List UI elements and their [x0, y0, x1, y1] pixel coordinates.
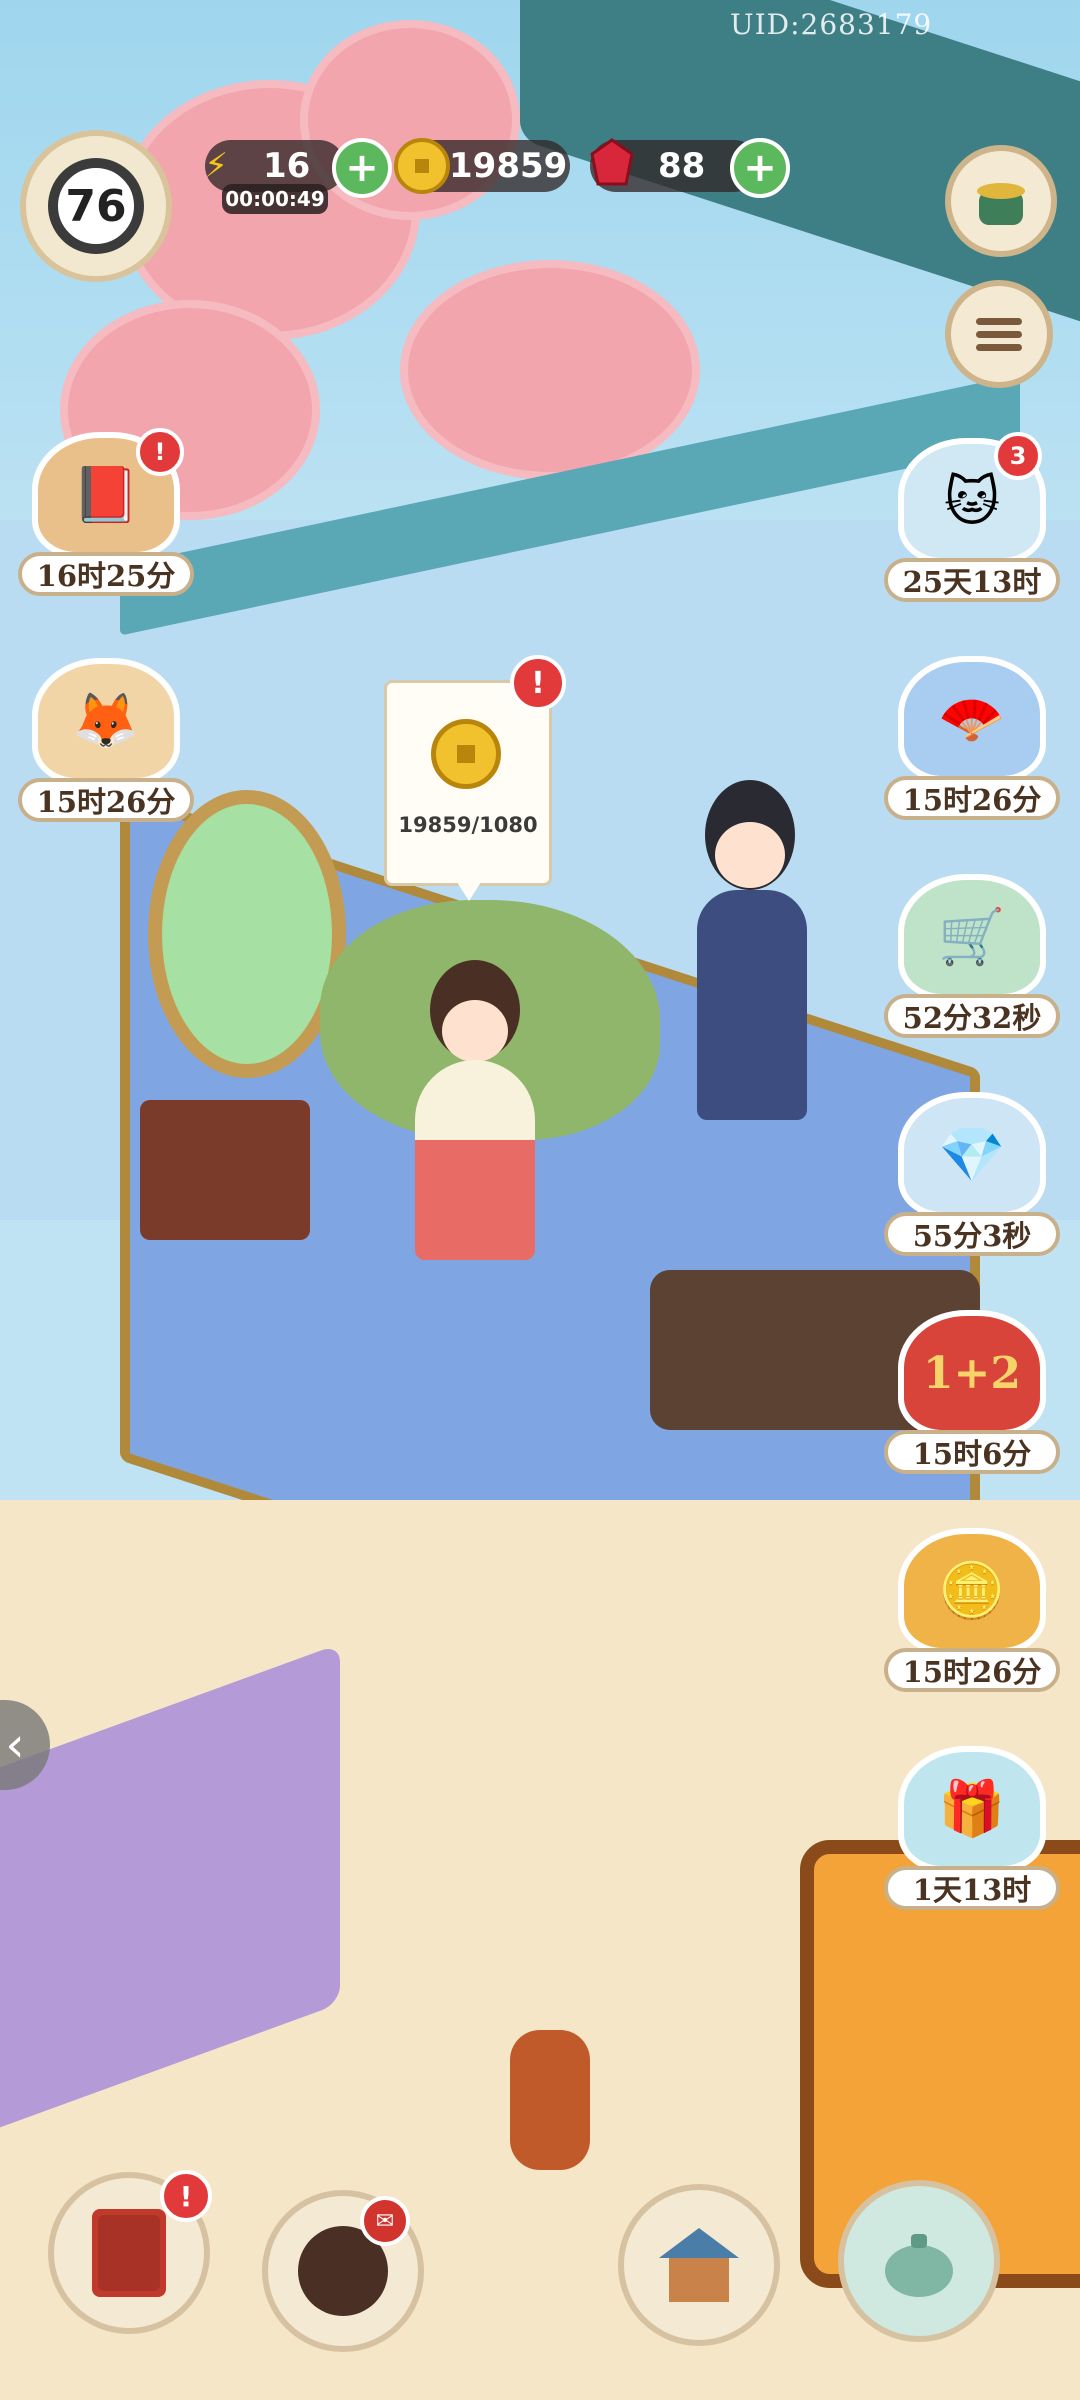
character-robe [697, 890, 807, 1120]
book-icon [92, 2209, 166, 2297]
character-girl[interactable] [395, 960, 555, 1260]
cat-cart-icon: 🛒 [898, 874, 1046, 1000]
add-gems-button[interactable]: + [730, 138, 790, 198]
event-treasure-cloud[interactable]: 💎 55分3秒 [884, 1092, 1060, 1262]
coin-icon [431, 719, 501, 789]
event-timer: 52分32秒 [884, 994, 1060, 1038]
tooltip-tail [455, 879, 483, 901]
shop-icon [659, 2228, 739, 2302]
bonus-icon: 1+2 [898, 1310, 1046, 1436]
teapot-icon [885, 2234, 953, 2297]
event-cat-cloud[interactable]: 🐱 25天13时 3 [884, 432, 1060, 608]
player-level-badge[interactable]: 76 [20, 130, 172, 282]
event-timer: 1天13时 [884, 1866, 1060, 1910]
alert-badge: ! [136, 428, 184, 476]
event-timer: 16时25分 [18, 552, 194, 596]
coin-pack-icon: 🪙 [898, 1528, 1046, 1654]
event-timer: 15时26分 [884, 776, 1060, 820]
uid-label: UID:2683179 [730, 8, 933, 41]
energy-value: 16 [263, 146, 311, 186]
coin-icon [394, 138, 450, 194]
teapot-button[interactable] [838, 2180, 1000, 2342]
alert-badge: ! [160, 2170, 212, 2222]
character-robe [415, 1060, 535, 1260]
event-timer: 15时26分 [18, 778, 194, 822]
gift-box-icon: 🎁 [898, 1746, 1046, 1872]
alert-badge: ! [510, 655, 566, 711]
event-book[interactable]: 📕 16时25分 ! [18, 428, 194, 602]
red-gem-icon [584, 136, 640, 192]
event-timer: 25天13时 [884, 558, 1060, 602]
event-fox[interactable]: 🦊 15时26分 [18, 658, 194, 828]
energy-timer: 00:00:49 [222, 184, 328, 214]
character-face [442, 1000, 508, 1062]
shop-building-button[interactable] [618, 2184, 780, 2346]
event-timer: 15时6分 [884, 1430, 1060, 1474]
event-fan[interactable]: 🪭 15时26分 [884, 656, 1060, 826]
menu-button[interactable] [945, 280, 1053, 388]
character-face [715, 822, 785, 888]
event-timer: 15时26分 [884, 1648, 1060, 1692]
event-cat-cart[interactable]: 🛒 52分32秒 [884, 874, 1060, 1044]
flower-vase[interactable] [510, 2030, 590, 2170]
notification-count-badge: 3 [994, 432, 1042, 480]
add-energy-button[interactable]: + [332, 138, 392, 198]
event-gift-box[interactable]: 🎁 1天13时 [884, 1746, 1060, 1916]
event-bonus[interactable]: 1+2 15时6分 [884, 1310, 1060, 1480]
coin-collect-tooltip[interactable]: 19859/1080 [384, 680, 552, 901]
event-timer: 55分3秒 [884, 1212, 1060, 1256]
pot-icon [977, 183, 1025, 225]
menu-icon [976, 312, 1022, 357]
treasure-pot-button[interactable] [945, 145, 1057, 257]
fox-icon: 🦊 [32, 658, 180, 784]
level-number: 76 [48, 158, 144, 254]
coin-progress-text: 19859/1080 [398, 813, 538, 837]
cherry-blossom [400, 260, 700, 480]
treasure-icon: 💎 [898, 1092, 1046, 1218]
coins-value: 19859 [449, 146, 568, 186]
fan-icon: 🪭 [898, 656, 1046, 782]
tea-table[interactable] [140, 1100, 310, 1240]
character-swordsman[interactable] [675, 780, 825, 1120]
round-mirror[interactable] [148, 790, 346, 1078]
mail-icon: ✉ [360, 2196, 410, 2246]
event-coin-pack[interactable]: 🪙 15时26分 [884, 1528, 1060, 1698]
gems-value: 88 [658, 146, 706, 186]
